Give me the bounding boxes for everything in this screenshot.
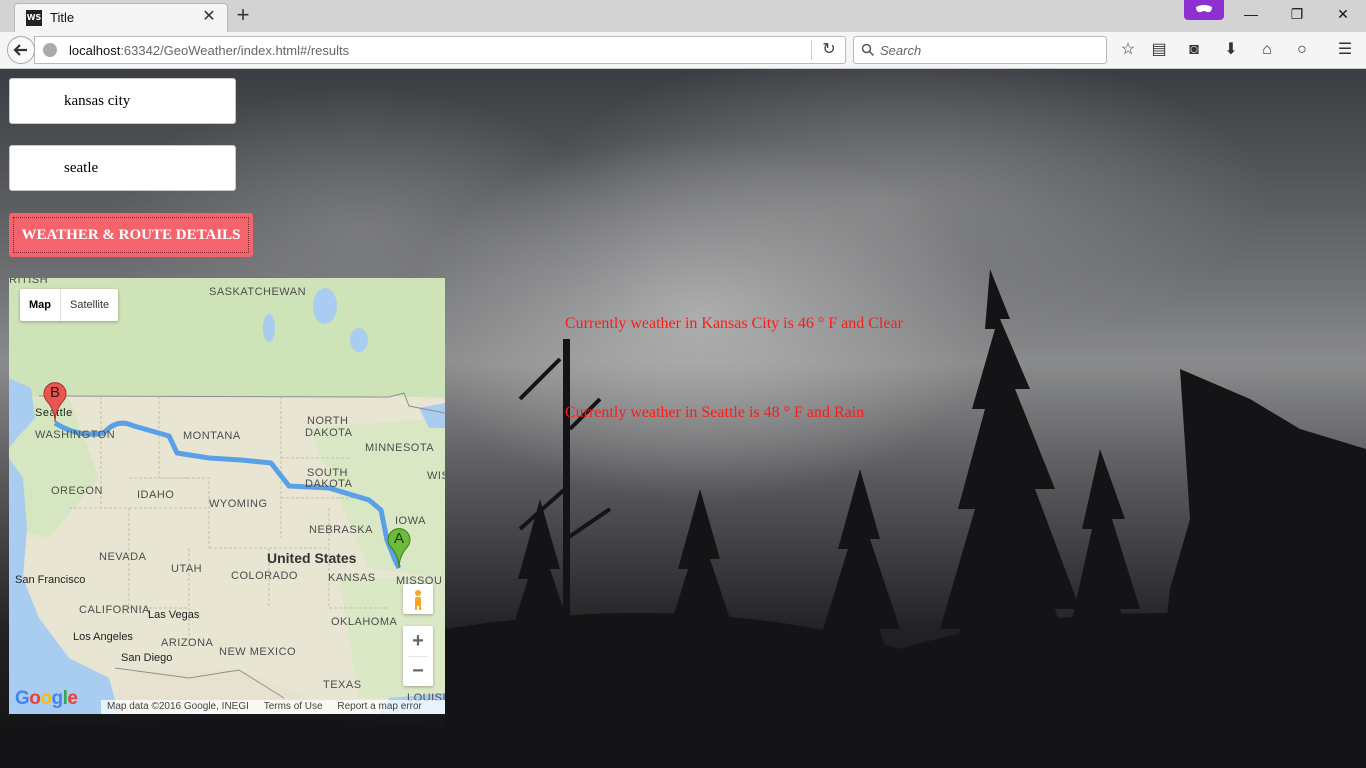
reload-icon[interactable]: ↻	[819, 40, 839, 60]
label-oklahoma: OKLAHOMA	[331, 616, 398, 628]
label-los-angeles: Los Angeles	[73, 631, 133, 643]
back-button[interactable]	[7, 36, 35, 64]
home-icon[interactable]: ⌂	[1257, 40, 1277, 60]
url-bar[interactable]: localhost:63342/GeoWeather/index.html#/r…	[34, 36, 846, 64]
tab-strip: WS Title ✕ + — ❐ ✕	[0, 0, 1366, 32]
webstorm-favicon-icon: WS	[26, 10, 42, 26]
google-logo: Google	[15, 688, 78, 709]
terms-of-use-link[interactable]: Terms of Use	[264, 701, 323, 712]
url-text[interactable]: localhost:63342/GeoWeather/index.html#/r…	[69, 43, 349, 58]
marker-b-icon[interactable]: B	[42, 380, 68, 424]
label-san-francisco: San Francisco	[15, 574, 86, 586]
search-placeholder: Search	[880, 43, 922, 58]
label-las-vegas: Las Vegas	[148, 609, 200, 621]
label-wisconsin: WIS	[427, 470, 445, 482]
label-montana: MONTANA	[183, 430, 241, 442]
navigation-toolbar: localhost:63342/GeoWeather/index.html#/r…	[0, 32, 1366, 69]
back-arrow-icon	[13, 44, 27, 56]
private-mask-icon	[1184, 0, 1224, 20]
marker-a-label: A	[393, 530, 404, 547]
label-california: CALIFORNIA	[79, 604, 151, 616]
label-wyoming: WYOMING	[209, 498, 268, 510]
label-utah: UTAH	[171, 563, 203, 575]
url-path: :63342/GeoWeather/index.html#/results	[120, 43, 350, 58]
label-texas: TEXAS	[323, 679, 362, 691]
origin-weather-text: Currently weather in Kansas City is 46 °…	[565, 315, 903, 332]
url-separator	[811, 40, 812, 60]
map-type-satellite-button[interactable]: Satellite	[61, 289, 118, 321]
label-colorado: COLORADO	[231, 570, 298, 582]
browser-tab[interactable]: WS Title ✕	[14, 3, 228, 32]
download-icon[interactable]: ⬇	[1221, 40, 1241, 60]
pegman-icon[interactable]	[403, 584, 433, 614]
route-map[interactable]: RITISH SASKATCHEWAN Seattle WASHINGTON M…	[9, 278, 445, 714]
tab-title: Title	[50, 10, 75, 25]
label-north-dakota-1: NORTH	[307, 415, 349, 427]
label-new-mexico: NEW MEXICO	[219, 646, 297, 658]
minimize-icon[interactable]: —	[1228, 0, 1274, 30]
marker-a-icon[interactable]: A	[386, 526, 412, 570]
weather-route-details-button[interactable]: WEATHER & ROUTE DETAILS	[9, 213, 253, 257]
destination-city-input[interactable]: seatle	[9, 145, 236, 191]
label-north-dakota-2: DAKOTA	[305, 427, 353, 439]
label-san-diego: San Diego	[121, 652, 173, 664]
menu-icon[interactable]: ☰	[1335, 40, 1355, 60]
zoom-out-button[interactable]: −	[403, 657, 433, 686]
map-type-control: Map Satellite	[20, 289, 119, 321]
reading-list-icon[interactable]: ▤	[1149, 40, 1169, 60]
label-saskatchewan: SASKATCHEWAN	[209, 286, 307, 298]
origin-city-input[interactable]: kansas city	[9, 78, 236, 124]
map-labels: RITISH SASKATCHEWAN Seattle WASHINGTON M…	[9, 278, 445, 714]
label-united-states: United States	[267, 550, 357, 566]
restore-icon[interactable]: ❐	[1274, 0, 1320, 30]
destination-weather-text: Currently weather in Seattle is 48 ° F a…	[565, 404, 865, 421]
search-bar[interactable]: Search	[853, 36, 1107, 64]
chat-icon[interactable]: ○	[1292, 40, 1312, 60]
label-kansas: KANSAS	[328, 572, 376, 584]
new-tab-icon[interactable]: +	[233, 4, 253, 26]
search-icon	[861, 43, 875, 57]
window-close-icon[interactable]: ✕	[1320, 0, 1366, 30]
page-content: kansas city seatle WEATHER & ROUTE DETAI…	[0, 69, 1366, 768]
star-icon[interactable]: ☆	[1118, 40, 1138, 60]
label-arizona: ARIZONA	[161, 637, 214, 649]
label-british: RITISH	[9, 278, 49, 286]
label-minnesota: MINNESOTA	[365, 442, 435, 454]
label-nevada: NEVADA	[99, 551, 147, 563]
url-host: localhost	[69, 43, 121, 58]
close-tab-icon[interactable]: ✕	[201, 9, 217, 25]
label-nebraska: NEBRASKA	[309, 524, 373, 536]
map-type-map-button[interactable]: Map	[20, 289, 61, 321]
label-idaho: IDAHO	[137, 489, 175, 501]
label-washington: WASHINGTON	[35, 429, 116, 441]
label-south-dakota-2: DAKOTA	[305, 478, 353, 490]
report-map-error-link[interactable]: Report a map error	[337, 701, 421, 712]
zoom-control: + −	[403, 626, 433, 686]
map-data-credit: Map data ©2016 Google, INEGI	[107, 701, 249, 712]
focus-ring	[13, 217, 249, 253]
marker-b-label: B	[49, 384, 60, 401]
zoom-in-button[interactable]: +	[403, 626, 433, 656]
pocket-icon[interactable]: ◙	[1184, 40, 1204, 60]
map-attribution: Map data ©2016 Google, INEGI Terms of Us…	[101, 700, 445, 714]
label-oregon: OREGON	[51, 485, 103, 497]
globe-icon	[43, 43, 57, 57]
